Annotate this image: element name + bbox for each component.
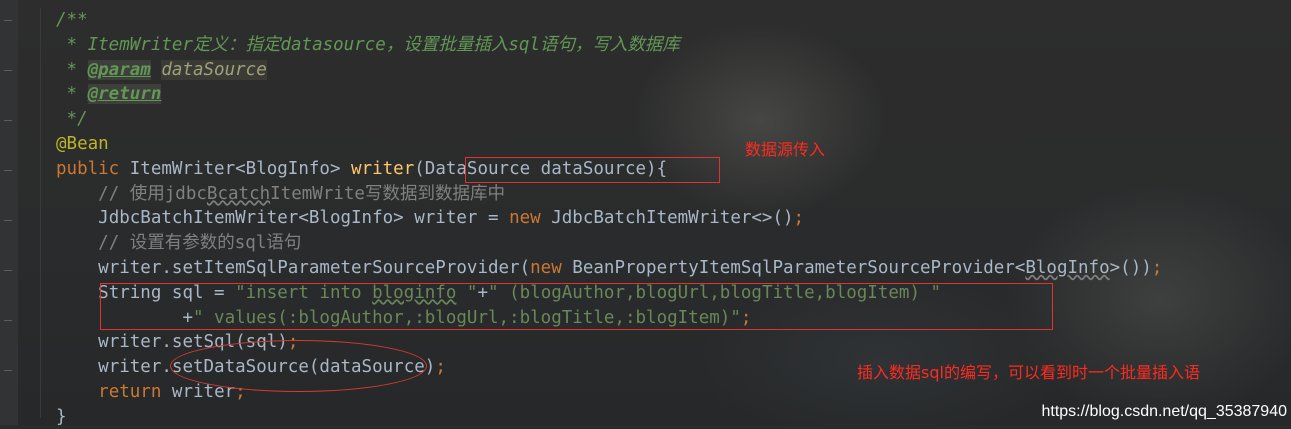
code-token: dataSource <box>161 59 267 80</box>
code-token: @Bean <box>56 134 109 154</box>
code-token: BeanPropertyItemSqlParameterSourceProvid… <box>572 258 1026 278</box>
code-token: * <box>56 84 88 105</box>
gutter-marker <box>4 270 12 271</box>
code-token: // 使用jdbc <box>98 183 207 204</box>
code-token: new <box>530 258 573 278</box>
editor-gutter <box>0 0 18 425</box>
code-token: ; <box>793 208 805 229</box>
code-token: Bcatch <box>206 183 271 204</box>
code-token: * <box>56 59 88 80</box>
gutter-marker <box>4 120 12 121</box>
setdatasource-highlight-ellipse <box>170 340 427 392</box>
datasource-annotation: 数据源传入 <box>745 140 826 159</box>
code-line[interactable]: * @return <box>56 82 162 106</box>
code-line[interactable]: // 设置有参数的sql语句 <box>56 231 301 255</box>
code-line[interactable]: * ItemWriter定义：指定datasource，设置批量插入sql语句，… <box>56 33 680 57</box>
code-line[interactable]: // 使用jdbcBcatchItemWrite写数据到数据库中 <box>56 182 505 206</box>
gutter-marker <box>4 220 12 221</box>
watermark: https://blog.csdn.net/qq_35387940 <box>1041 403 1287 420</box>
gutter-marker <box>4 320 12 321</box>
code-token: ; <box>1151 258 1163 278</box>
code-token: JdbcBatchItemWriter<>() <box>551 208 794 229</box>
code-token: */ <box>56 109 88 130</box>
code-line[interactable]: @Bean <box>56 132 109 156</box>
code-token: return <box>98 382 172 402</box>
code-token: ; <box>435 357 446 378</box>
code-line[interactable]: } <box>56 405 67 429</box>
gutter-marker <box>4 20 12 21</box>
code-token: BlogInfo <box>1025 258 1110 278</box>
code-token: ItemWriter<BlogInfo> <box>129 158 352 179</box>
code-token: @param <box>87 59 151 80</box>
code-line[interactable]: */ <box>56 107 88 131</box>
code-line[interactable]: /** <box>56 8 88 32</box>
code-token: @return <box>87 84 162 105</box>
indent-guide <box>40 8 41 418</box>
code-line[interactable]: writer.setItemSqlParameterSourceProvider… <box>56 256 1162 280</box>
sql-annotation: 插入数据sql的编写，可以看到时一个批量插入语 <box>857 363 1200 382</box>
code-line[interactable]: JdbcBatchItemWriter<BlogInfo> writer = n… <box>56 206 804 230</box>
code-line[interactable]: * @param dataSource <box>56 58 267 82</box>
code-token: JdbcBatchItemWriter<BlogInfo> writer = <box>98 208 510 229</box>
gutter-marker <box>4 370 12 371</box>
code-token: /** <box>56 10 88 30</box>
code-token: * ItemWriter定义：指定datasource，设置批量插入sql语句，… <box>56 34 680 55</box>
code-token: >()) <box>1109 258 1152 278</box>
datasource-param-highlight <box>465 157 720 183</box>
code-token: writer.setItemSqlParameterSourceProvider… <box>98 258 531 278</box>
code-token: ItemWrite写数据到数据库中 <box>270 183 505 204</box>
code-token: writer <box>351 158 415 179</box>
gutter-marker <box>4 170 12 171</box>
code-token: new <box>509 208 552 229</box>
gutter-marker <box>4 70 12 71</box>
code-token: // 设置有参数的sql语句 <box>98 233 302 254</box>
code-token: } <box>56 406 67 427</box>
sql-statement-highlight <box>100 283 1053 330</box>
code-token: public <box>56 158 130 179</box>
